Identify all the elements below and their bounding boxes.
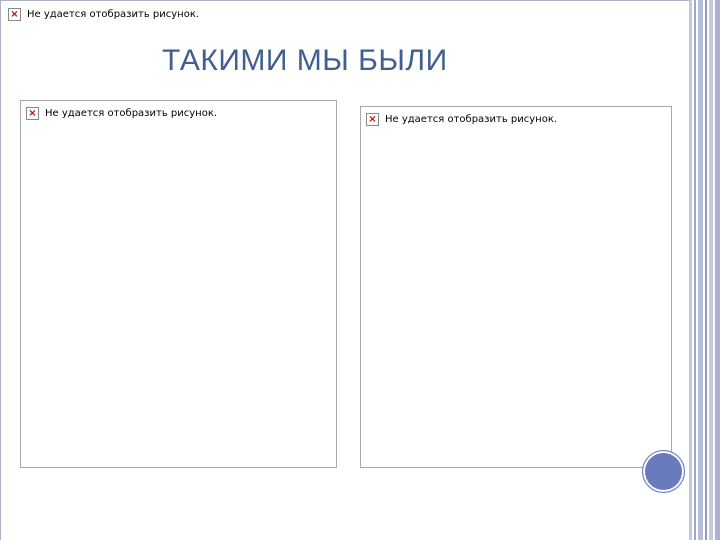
broken-picture-text: Не удается отобразить рисунок. <box>27 9 200 20</box>
decorative-stripe <box>698 0 703 540</box>
broken-picture-top: × Не удается отобразить рисунок. <box>6 6 256 26</box>
broken-picture-text: Не удается отобразить рисунок. <box>45 108 218 119</box>
slide: × Не удается отобразить рисунок. ТАКИМИ … <box>0 0 720 540</box>
broken-picture-notice: × Не удается отобразить рисунок. <box>8 8 199 21</box>
frame-line-top <box>0 0 690 1</box>
slide-title: ТАКИМИ МЫ БЫЛИ <box>162 44 448 77</box>
broken-image-icon: × <box>366 113 379 126</box>
broken-picture-notice: × Не удается отобразить рисунок. <box>26 107 217 120</box>
decorative-circle <box>642 450 685 493</box>
broken-picture-text: Не удается отобразить рисунок. <box>385 114 558 125</box>
decorative-stripe <box>709 0 713 540</box>
broken-picture-left: × Не удается отобразить рисунок. <box>20 100 337 468</box>
decorative-stripe <box>694 0 696 540</box>
frame-line-left <box>0 0 1 540</box>
broken-image-icon: × <box>26 107 39 120</box>
decorative-stripe <box>689 0 692 540</box>
decorative-stripe <box>715 0 720 540</box>
broken-image-icon: × <box>8 8 21 21</box>
decorative-stripe <box>705 0 707 540</box>
broken-picture-notice: × Не удается отобразить рисунок. <box>366 113 557 126</box>
broken-picture-right: × Не удается отобразить рисунок. <box>360 106 672 468</box>
